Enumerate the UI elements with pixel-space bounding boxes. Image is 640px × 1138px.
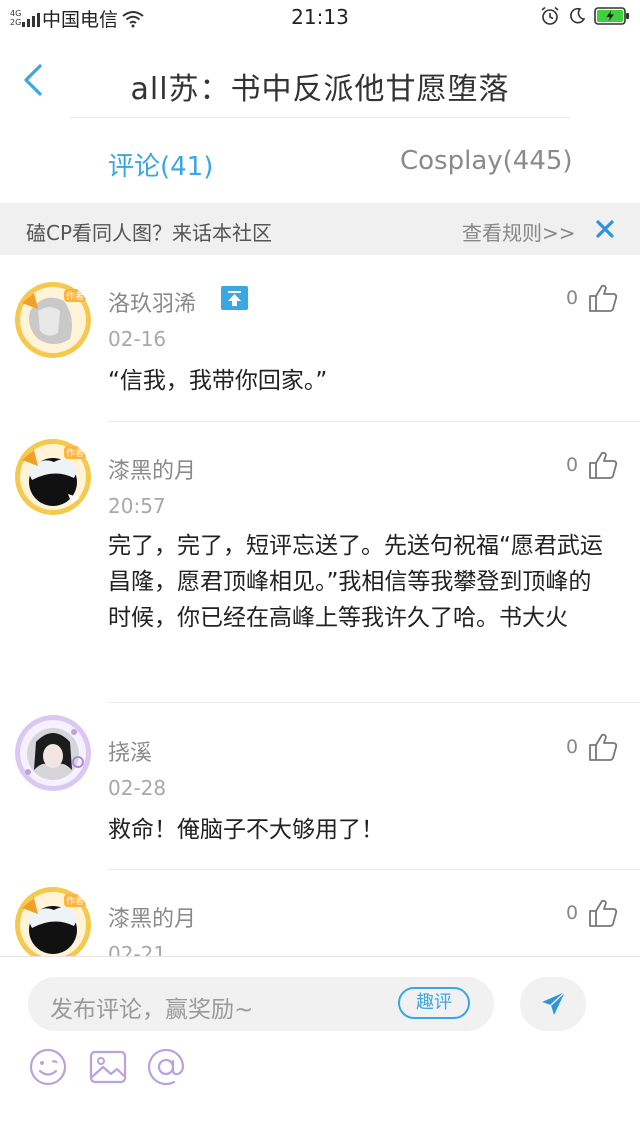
thumbs-up-icon	[589, 899, 618, 927]
community-banner: 磕CP看同人图？来话本社区 查看规则>>	[0, 203, 640, 255]
avatar[interactable]: 作者	[14, 438, 92, 516]
comment-text: 救命！俺脑子不大够用了！	[108, 817, 384, 843]
comment-author[interactable]: 漆黑的月	[108, 901, 196, 933]
top-badge-icon	[221, 286, 248, 310]
comment-author[interactable]: 挠溪	[108, 735, 152, 767]
tab-cosplay[interactable]: Cosplay(445)	[400, 146, 573, 176]
battery-icon	[594, 7, 629, 25]
comment-item: 作者 洛玖羽浠 02-16 “信我，我带你回家。” 0	[0, 255, 640, 422]
thumbs-up-icon	[589, 284, 618, 312]
like-count: 0	[566, 902, 579, 924]
comment-input-bar: 发布评论，赢奖励~ 趣评	[0, 956, 640, 1138]
svg-text:作者: 作者	[66, 290, 84, 302]
comment-author[interactable]: 漆黑的月	[108, 453, 196, 485]
send-button[interactable]	[520, 977, 586, 1031]
thumbs-up-icon	[589, 451, 618, 479]
comment-item: 作者 漆黑的月 02-21 0	[0, 870, 640, 956]
emoji-icon[interactable]	[28, 1047, 68, 1087]
close-icon[interactable]	[594, 218, 616, 240]
alarm-icon	[541, 6, 559, 25]
tab-bar: 评论(41) Cosplay(445)	[0, 118, 640, 202]
like-count: 0	[566, 736, 579, 758]
send-icon	[542, 991, 566, 1015]
avatar[interactable]: 作者	[14, 886, 92, 956]
moon-icon	[570, 7, 586, 24]
comment-date: 02-16	[108, 327, 167, 351]
like-button[interactable]: 0	[566, 450, 618, 480]
svg-text:作者: 作者	[66, 895, 84, 907]
quping-button[interactable]: 趣评	[398, 987, 470, 1019]
view-rules-link[interactable]: 查看规则>>	[462, 217, 576, 246]
svg-text:作者: 作者	[66, 447, 84, 459]
avatar[interactable]	[14, 714, 92, 792]
comment-author[interactable]: 洛玖羽浠	[108, 286, 196, 318]
comment-input[interactable]: 发布评论，赢奖励~ 趣评	[28, 977, 494, 1031]
comment-item: 作者 漆黑的月 20:57 完了，完了，短评忘送了。先送句祝福“愿君武运昌隆，愿…	[0, 422, 640, 704]
at-icon[interactable]	[146, 1047, 186, 1087]
comment-date: 02-21	[108, 942, 167, 956]
thumbs-up-icon	[589, 733, 618, 761]
like-count: 0	[566, 454, 579, 476]
comment-text: “信我，我带你回家。”	[108, 368, 328, 394]
comment-input-placeholder: 发布评论，赢奖励~	[50, 997, 254, 1023]
like-button[interactable]: 0	[566, 898, 618, 928]
like-button[interactable]: 0	[566, 283, 618, 313]
status-bar-right	[540, 6, 630, 26]
comment-divider	[108, 702, 640, 703]
image-icon[interactable]	[88, 1047, 128, 1087]
comment-date: 02-28	[108, 776, 167, 800]
tab-comments[interactable]: 评论(41)	[108, 146, 213, 183]
status-bar: 4G 2G 中国电信 21:13	[0, 0, 640, 34]
comment-item: 挠溪 02-28 救命！俺脑子不大够用了！ 0	[0, 704, 640, 870]
comment-text: 完了，完了，短评忘送了。先送句祝福“愿君武运昌隆，愿君顶峰相见。”我相信等我攀登…	[108, 533, 603, 631]
avatar[interactable]: 作者	[14, 281, 92, 359]
comment-date: 20:57	[108, 494, 166, 518]
like-button[interactable]: 0	[566, 732, 618, 762]
page-title: all苏：书中反派他甘愿堕落	[130, 72, 510, 107]
header: all苏：书中反派他甘愿堕落	[0, 34, 640, 118]
like-count: 0	[566, 287, 579, 309]
banner-text[interactable]: 磕CP看同人图？来话本社区	[26, 217, 272, 246]
